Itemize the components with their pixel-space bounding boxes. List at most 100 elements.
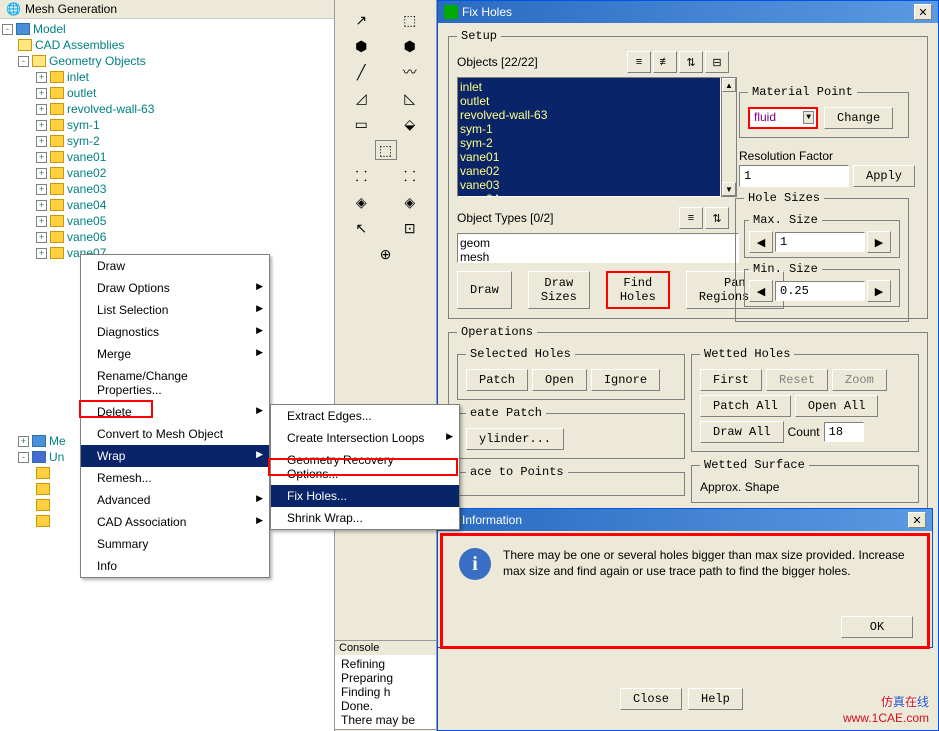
tree-item[interactable]: sym-1 (67, 118, 100, 132)
list-item[interactable]: vane03 (460, 178, 718, 192)
tool-icon[interactable]: ⸬ (350, 166, 372, 186)
draw-sizes-button[interactable]: Draw Sizes (528, 271, 590, 309)
reset-button[interactable]: Reset (766, 369, 828, 391)
list-item[interactable]: outlet (460, 94, 718, 108)
increase-icon[interactable]: ▶ (867, 231, 891, 253)
select-all-icon[interactable]: ≡ (679, 207, 703, 229)
menu-item[interactable]: Extract Edges... (271, 405, 459, 427)
tool-icon[interactable]: ⬙ (399, 114, 421, 134)
tree-toggle-icon[interactable]: + (18, 436, 29, 447)
tree-toggle-icon[interactable]: - (2, 24, 13, 35)
cube-icon[interactable]: ⬚ (375, 140, 397, 160)
triangle-icon[interactable]: ◺ (399, 88, 421, 108)
tree-root[interactable]: Model (33, 22, 66, 36)
draw-all-button[interactable]: Draw All (700, 421, 784, 443)
menu-item[interactable]: Fix Holes... (271, 485, 459, 507)
filter-icon[interactable]: ⊟ (705, 51, 729, 73)
tool-icon[interactable]: ◈ (350, 192, 372, 212)
increase-icon[interactable]: ▶ (867, 280, 891, 302)
objtypes-listbox[interactable]: geommesh (457, 233, 739, 263)
patch-all-button[interactable]: Patch All (700, 395, 791, 417)
tool-icon[interactable]: ◈ (399, 192, 421, 212)
tool-icon[interactable]: ⸬ (399, 166, 421, 186)
tool-icon[interactable]: ⬚ (399, 10, 421, 30)
first-button[interactable]: First (700, 369, 762, 391)
tree-toggle-icon[interactable]: + (36, 184, 47, 195)
menu-item[interactable]: Convert to Mesh Object (81, 423, 269, 445)
menu-item[interactable]: List Selection (81, 299, 269, 321)
tree-item[interactable]: outlet (67, 86, 96, 100)
menu-item[interactable]: CAD Association (81, 511, 269, 533)
tree-toggle-icon[interactable]: - (18, 452, 29, 463)
menu-item[interactable]: Summary (81, 533, 269, 555)
list-item[interactable]: sym-2 (460, 136, 718, 150)
tree-item[interactable]: vane02 (67, 166, 106, 180)
tree-toggle-icon[interactable]: + (36, 152, 47, 163)
zoom-button[interactable]: Zoom (832, 369, 887, 391)
expand-icon[interactable]: ⊕ (375, 244, 397, 264)
max-size-input[interactable] (775, 232, 865, 252)
tree-toggle-icon[interactable]: + (36, 104, 47, 115)
menu-item[interactable]: Draw (81, 255, 269, 277)
list-item[interactable]: geom (460, 236, 736, 250)
resolution-input[interactable] (739, 165, 849, 187)
count-input[interactable] (824, 422, 864, 442)
scroll-down-icon[interactable]: ▼ (722, 182, 736, 196)
menu-item[interactable]: Shrink Wrap... (271, 507, 459, 529)
list-item[interactable]: vane01 (460, 150, 718, 164)
material-dropdown[interactable]: fluid (748, 107, 818, 129)
ignore-button[interactable]: Ignore (591, 369, 660, 391)
tree-unmesh[interactable]: Un (49, 450, 64, 464)
arrow-icon[interactable]: ↖ (350, 218, 372, 238)
help-button[interactable]: Help (688, 688, 743, 710)
ok-button[interactable]: OK (841, 616, 913, 638)
open-all-button[interactable]: Open All (795, 395, 879, 417)
apply-button[interactable]: Apply (853, 165, 915, 187)
tree-item[interactable]: vane06 (67, 230, 106, 244)
cylinder-icon[interactable]: ⬢ (399, 36, 421, 56)
menu-item[interactable]: Remesh... (81, 467, 269, 489)
list-item[interactable]: mesh (460, 250, 736, 264)
list-item[interactable]: revolved-wall-63 (460, 108, 718, 122)
menu-item[interactable]: Wrap (81, 445, 269, 467)
tree-toggle-icon[interactable]: - (18, 56, 29, 67)
tree-toggle-icon[interactable]: + (36, 248, 47, 259)
list-item[interactable]: vane02 (460, 164, 718, 178)
menu-item[interactable]: Merge (81, 343, 269, 365)
scroll-up-icon[interactable]: ▲ (722, 78, 736, 92)
list-item[interactable]: inlet (460, 80, 718, 94)
context-submenu[interactable]: Extract Edges...Create Intersection Loop… (270, 404, 460, 530)
select-all-icon[interactable]: ≡ (627, 51, 651, 73)
tool-icon[interactable]: ↗ (350, 10, 372, 30)
list-item[interactable]: sym-1 (460, 122, 718, 136)
dialog-titlebar[interactable]: Fix Holes ✕ (438, 1, 938, 23)
box-icon[interactable]: ▭ (350, 114, 372, 134)
tree-mesh[interactable]: Me (49, 434, 66, 448)
tree-geometry-objects[interactable]: Geometry Objects (49, 54, 146, 68)
decrease-icon[interactable]: ◀ (749, 231, 773, 253)
menu-item[interactable]: Geometry Recovery Options... (271, 449, 459, 485)
tree-toggle-icon[interactable]: + (36, 120, 47, 131)
tree-item[interactable]: vane01 (67, 150, 106, 164)
tree-item[interactable]: revolved-wall-63 (67, 102, 154, 116)
context-menu[interactable]: DrawDraw OptionsList SelectionDiagnostic… (80, 254, 270, 578)
min-size-input[interactable] (775, 281, 865, 301)
objects-listbox[interactable]: inletoutletrevolved-wall-63sym-1sym-2van… (457, 77, 721, 197)
menu-item[interactable]: Delete (81, 401, 269, 423)
menu-item[interactable]: Advanced (81, 489, 269, 511)
tree-toggle-icon[interactable]: + (36, 72, 47, 83)
close-icon[interactable]: ✕ (914, 4, 932, 20)
tree-toggle-icon[interactable]: + (36, 232, 47, 243)
dialog-titlebar[interactable]: Information ✕ (438, 509, 932, 531)
tree-item[interactable]: vane04 (67, 198, 106, 212)
tree-toggle-icon[interactable]: + (36, 136, 47, 147)
tree-toggle-icon[interactable]: + (36, 88, 47, 99)
draw-button[interactable]: Draw (457, 271, 512, 309)
invert-icon[interactable]: ⇅ (679, 51, 703, 73)
decrease-icon[interactable]: ◀ (749, 280, 773, 302)
open-button[interactable]: Open (532, 369, 587, 391)
find-holes-button[interactable]: Find Holes (606, 271, 670, 309)
tree-toggle-icon[interactable]: + (36, 200, 47, 211)
list-item[interactable]: vane04 (460, 192, 718, 197)
change-button[interactable]: Change (824, 107, 893, 129)
